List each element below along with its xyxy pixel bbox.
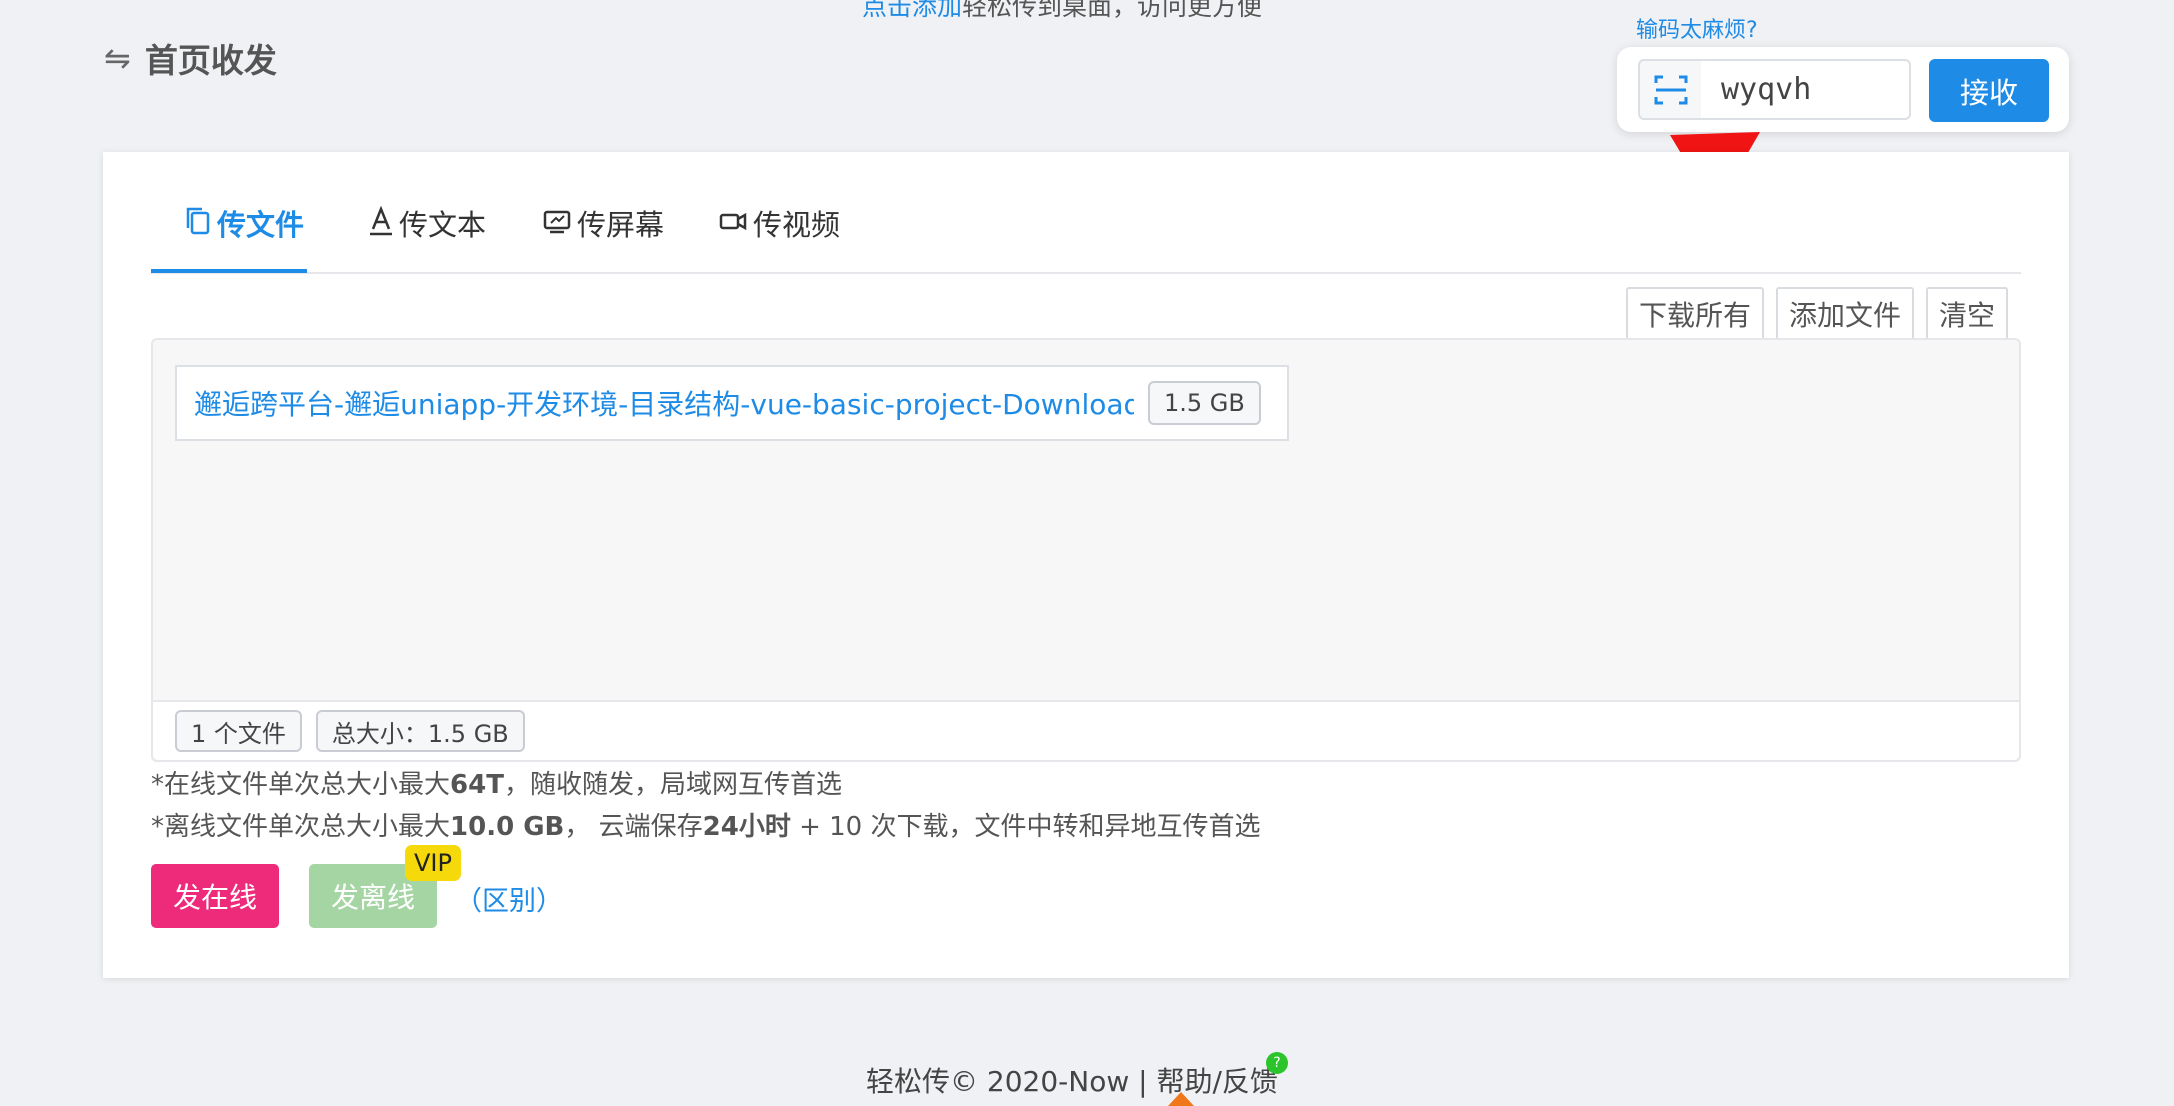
tab-bar: 传文件 传文本 传屏幕 传视频	[151, 180, 2021, 274]
active-tab-indicator	[151, 269, 307, 273]
swap-arrows-icon: ⇋	[104, 39, 131, 77]
tab-label: 传视频	[753, 208, 841, 242]
banner-text: 轻松传到桌面，访问更方便	[962, 0, 1263, 21]
tab-label: 传屏幕	[577, 208, 665, 242]
difference-link[interactable]: （区别）	[455, 879, 563, 918]
transfer-card: 传文件 传文本 传屏幕 传视频 下载所有 添加文件 清空 邂逅跨平台-邂逅uni…	[103, 152, 2069, 978]
screen-share-icon	[543, 210, 571, 234]
note-emphasis: 24小时	[702, 812, 791, 842]
download-all-button[interactable]: 下载所有	[1625, 287, 1764, 339]
tab-text[interactable]: 传文本	[369, 202, 486, 274]
file-summary: 1 个文件 总大小：1.5 GB	[153, 700, 2019, 760]
list-item[interactable]: 邂逅跨平台-邂逅uniapp-开发环境-目录结构-vue-basic-proje…	[175, 365, 1289, 441]
file-count-badge: 1 个文件	[175, 710, 302, 752]
scroll-up-arrow-icon	[1168, 1092, 1194, 1106]
code-input[interactable]	[1701, 59, 1911, 120]
file-name[interactable]: 邂逅跨平台-邂逅uniapp-开发环境-目录结构-vue-basic-proje…	[194, 383, 1134, 423]
page-title: ⇋ 首页收发	[104, 34, 277, 82]
scan-icon[interactable]	[1638, 59, 1702, 120]
file-copy-icon	[186, 207, 210, 235]
note-text: *在线文件单次总大小最大	[151, 770, 451, 800]
page-title-text: 首页收发	[144, 41, 277, 80]
file-list-panel: 邂逅跨平台-邂逅uniapp-开发环境-目录结构-vue-basic-proje…	[151, 338, 2021, 762]
help-badge[interactable]: ?	[1266, 1052, 1288, 1074]
tab-file[interactable]: 传文件	[185, 202, 304, 274]
receive-button[interactable]: 接收	[1929, 59, 2049, 122]
add-file-button[interactable]: 添加文件	[1775, 287, 1914, 339]
note-text: + 10 次下载，文件中转和异地互传首选	[790, 812, 1261, 842]
tab-video[interactable]: 传视频	[719, 202, 840, 274]
offline-limit-note: *离线文件单次总大小最大10.0 GB， 云端保存24小时 + 10 次下载，文…	[151, 806, 1261, 843]
tab-label: 传文件	[217, 208, 305, 242]
file-toolbar: 下载所有 添加文件 清空	[1625, 287, 2008, 339]
note-text: ， 云端保存	[564, 812, 703, 842]
note-emphasis: 64T	[450, 770, 504, 800]
receive-box: 接收	[1617, 47, 2069, 132]
note-emphasis: 10.0 GB	[450, 812, 565, 842]
tab-screen[interactable]: 传屏幕	[543, 202, 664, 274]
add-to-desktop-link[interactable]: 点击添加	[862, 0, 962, 21]
send-online-button[interactable]: 发在线	[151, 864, 279, 928]
tab-label: 传文本	[399, 208, 487, 242]
video-camera-icon	[719, 212, 747, 231]
note-text: *离线文件单次总大小最大	[151, 812, 451, 842]
file-size-badge: 1.5 GB	[1148, 381, 1261, 425]
clear-button[interactable]: 清空	[1925, 287, 2008, 339]
footer[interactable]: 轻松传© 2020-Now | 帮助/反馈	[866, 1060, 1278, 1100]
total-size-badge: 总大小：1.5 GB	[315, 710, 525, 752]
online-limit-note: *在线文件单次总大小最大64T，随收随发，局域网互传首选	[151, 764, 842, 801]
vip-badge: VIP	[405, 845, 461, 881]
note-text: ，随收随发，局域网互传首选	[503, 770, 842, 800]
top-banner: 点击添加轻松传到桌面，访问更方便	[862, 0, 1262, 23]
text-icon	[370, 206, 392, 236]
code-hint-link[interactable]: 输码太麻烦?	[1636, 12, 1758, 44]
